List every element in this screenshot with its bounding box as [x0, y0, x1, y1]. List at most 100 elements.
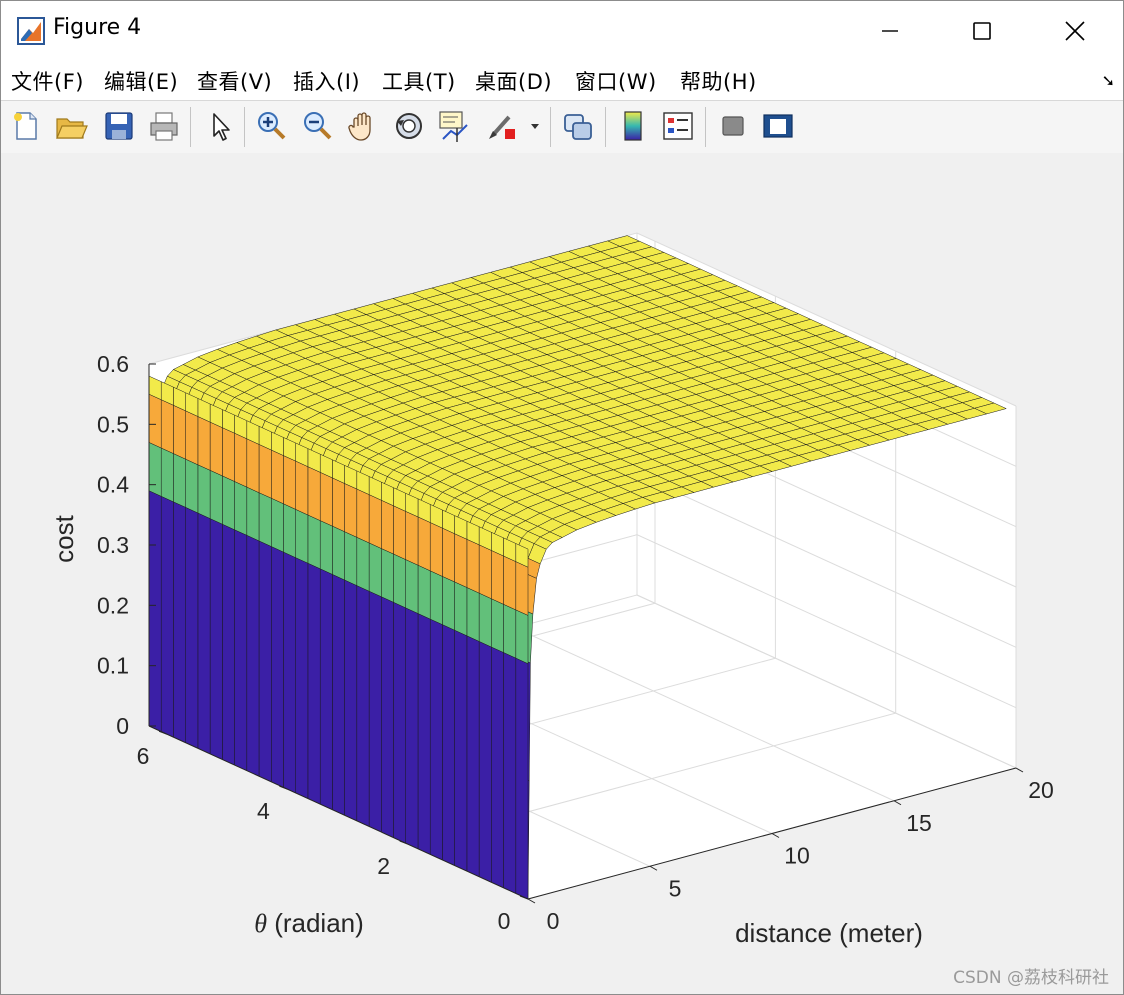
surface-wall-patch	[185, 458, 199, 514]
surface-wall-patch	[344, 579, 358, 822]
menu-desktop[interactable]: 桌面(D)	[475, 66, 552, 96]
zoom-in-icon[interactable]	[254, 109, 288, 143]
surface-plot[interactable]: 05101520024600.10.20.30.40.50.6distance …	[1, 153, 1123, 994]
colorbar-icon[interactable]	[616, 109, 650, 143]
surface-wall-patch	[148, 442, 162, 497]
open-file-icon[interactable]	[54, 109, 88, 143]
surface-wall-patch	[356, 585, 370, 827]
surface-wall-patch	[209, 469, 223, 525]
minimize-button[interactable]	[844, 1, 936, 61]
surface-wall-patch	[209, 421, 223, 477]
z-tick-label: 0.5	[97, 411, 129, 437]
surface-wall-patch	[332, 477, 345, 533]
surface-wall-patch	[246, 486, 260, 542]
surface-wall-patch	[368, 494, 382, 549]
y-axis-label: θ (radian)	[254, 908, 364, 938]
menu-bar: 文件(F) 编辑(E) 查看(V) 插入(I) 工具(T) 桌面(D) 窗口(W…	[1, 61, 1123, 100]
surface-wall-patch	[160, 447, 174, 503]
dock-arrow-icon[interactable]: ➘	[1102, 71, 1115, 90]
menu-help[interactable]: 帮助(H)	[680, 66, 757, 96]
surface-wall-patch	[234, 432, 248, 488]
edit-plot-icon[interactable]	[203, 109, 237, 143]
surface-wall-patch	[344, 531, 358, 586]
surface-wall-patch	[442, 527, 455, 583]
surface-wall-patch	[466, 635, 480, 878]
surface-wall-patch	[307, 514, 321, 570]
y-tick-label: 6	[137, 743, 150, 769]
legend-icon[interactable]	[661, 109, 695, 143]
title-bar: Figure 4	[1, 1, 1123, 61]
zoom-out-icon[interactable]	[300, 109, 334, 143]
menu-window[interactable]: 窗口(W)	[575, 66, 657, 96]
surface-wall-patch	[185, 410, 199, 466]
surface-wall-patch	[222, 475, 235, 531]
new-figure-icon[interactable]	[9, 109, 43, 143]
toolbar-separator	[244, 107, 245, 147]
close-button[interactable]	[1029, 1, 1121, 61]
surface-wall-patch	[466, 538, 480, 594]
surface-wall-patch	[478, 641, 492, 883]
maximize-icon	[973, 22, 991, 40]
maximize-button[interactable]	[936, 1, 1028, 61]
surface-wall-patch	[258, 492, 272, 547]
figure-toolbar	[1, 100, 1123, 154]
x-tick-mark	[771, 833, 780, 838]
print-icon[interactable]	[147, 109, 181, 143]
data-cursor-icon[interactable]	[437, 109, 471, 143]
hide-plot-tools-icon[interactable]	[716, 109, 750, 143]
x-tick-label: 10	[784, 843, 810, 869]
surface-wall-patch	[173, 404, 186, 460]
pan-icon[interactable]	[346, 109, 380, 143]
figure-window: Figure 4 文件(F) 编辑(E) 查看(V) 插入(I) 工具(T) 桌…	[0, 0, 1124, 995]
surface-wall-patch	[148, 490, 162, 732]
surface-wall-patch	[381, 596, 394, 838]
surface-wall-patch	[503, 555, 517, 611]
x-tick-mark	[1015, 767, 1024, 773]
surface-wall-patch	[454, 581, 468, 637]
chevron-down-icon[interactable]	[528, 109, 542, 143]
minimize-icon	[882, 30, 898, 32]
surface-wall-patch	[197, 464, 211, 519]
surface-wall-patch	[417, 613, 431, 855]
surface-wall-patch	[393, 553, 406, 609]
surface-wall-patch	[515, 561, 529, 616]
menu-tools[interactable]: 工具(T)	[382, 66, 456, 96]
z-tick-label: 0.6	[97, 351, 129, 377]
link-plot-icon[interactable]	[561, 109, 595, 143]
surface-wall-patch	[271, 449, 284, 505]
surface-wall-patch	[197, 416, 211, 471]
rotate-3d-icon[interactable]	[392, 109, 426, 143]
surface-wall-patch	[405, 607, 419, 850]
surface-wall-patch	[405, 511, 419, 566]
menu-edit[interactable]: 编辑(E)	[104, 66, 178, 96]
x-tick-label: 15	[906, 810, 932, 836]
surface-wall-patch	[209, 518, 223, 760]
surface-wall-patch	[368, 590, 382, 833]
theta-symbol: θ	[254, 909, 267, 938]
brush-icon[interactable]	[485, 109, 519, 143]
menu-view[interactable]: 查看(V)	[197, 66, 272, 96]
toolbar-separator	[705, 107, 706, 147]
surface-wall-patch	[466, 587, 480, 642]
surface-wall-patch	[258, 444, 272, 499]
menu-insert[interactable]: 插入(I)	[293, 66, 360, 96]
surface-wall-patch	[319, 568, 333, 811]
surface-wall-patch	[246, 534, 260, 777]
surface-wall-patch	[503, 603, 517, 659]
surface-wall-patch	[246, 438, 260, 494]
z-axis-label: cost	[49, 514, 79, 562]
surface-wall-patch	[381, 548, 394, 603]
matlab-logo-icon	[17, 17, 45, 45]
show-plot-tools-icon[interactable]	[761, 109, 795, 143]
menu-file[interactable]: 文件(F)	[11, 66, 84, 96]
surface-wall-patch	[429, 522, 443, 577]
z-tick-label: 0.2	[97, 592, 129, 618]
surface-wall-patch	[222, 523, 235, 766]
surface-wall-patch	[442, 624, 455, 866]
x-tick-mark	[893, 800, 902, 806]
surface-wall-patch	[478, 592, 492, 648]
surface-wall-patch	[417, 564, 431, 620]
save-icon[interactable]	[102, 109, 136, 143]
surface-wall-patch	[393, 505, 406, 560]
z-tick-label: 0.1	[97, 653, 129, 679]
